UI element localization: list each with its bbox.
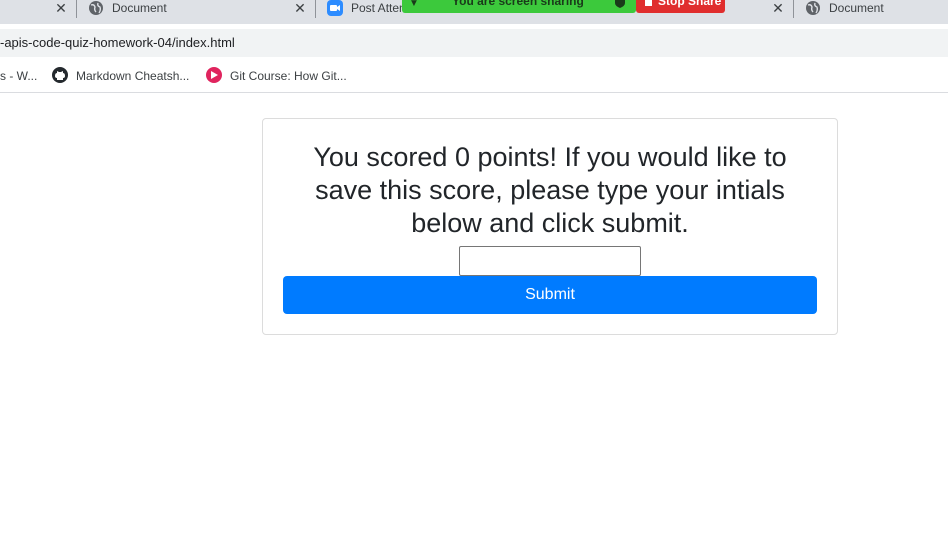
- url-text[interactable]: -apis-code-quiz-homework-04/index.html: [0, 35, 235, 51]
- omnibox[interactable]: -apis-code-quiz-homework-04/index.html: [0, 29, 948, 57]
- score-card: You scored 0 points! If you would like t…: [262, 118, 838, 335]
- close-tab-icon[interactable]: ✕: [292, 0, 308, 16]
- tab-separator: [315, 0, 316, 18]
- tab-label-document[interactable]: Document: [112, 0, 167, 16]
- bookmark-git-course[interactable]: Git Course: How Git...: [230, 68, 347, 84]
- screen-share-banner[interactable]: ▼ You are screen sharing: [402, 0, 636, 13]
- tab-separator: [793, 0, 794, 18]
- score-message: You scored 0 points! If you would like t…: [313, 142, 787, 238]
- github-icon: [52, 67, 68, 83]
- globe-icon: [89, 1, 103, 15]
- tab-strip: ✕ Document ✕ Post Atten ✕ Document ▼ You…: [0, 0, 948, 24]
- tab-separator: [76, 0, 77, 18]
- chevron-down-icon[interactable]: ▼: [409, 0, 419, 9]
- stop-share-label: Stop Share: [658, 0, 722, 8]
- close-tab-icon[interactable]: ✕: [770, 0, 786, 16]
- globe-icon: [806, 1, 820, 15]
- tab-label-document[interactable]: Document: [829, 0, 884, 16]
- stop-icon: [645, 0, 652, 6]
- shield-icon: [615, 0, 625, 8]
- submit-button[interactable]: Submit: [283, 276, 817, 314]
- bookmark-markdown-cheatsheet[interactable]: Markdown Cheatsh...: [76, 68, 189, 84]
- course-icon: [206, 67, 222, 83]
- bookmarks-bar: s - W... Markdown Cheatsh... Git Course:…: [0, 62, 948, 93]
- bookmark-item[interactable]: s - W...: [0, 68, 37, 84]
- zoom-icon: [327, 0, 343, 16]
- tab-label-post-atten[interactable]: Post Atten: [351, 0, 406, 16]
- screen-share-status: You are screen sharing: [452, 0, 584, 8]
- initials-input[interactable]: [459, 246, 641, 276]
- address-bar-row: -apis-code-quiz-homework-04/index.html: [0, 24, 948, 62]
- close-tab-icon[interactable]: ✕: [53, 0, 69, 16]
- stop-share-button[interactable]: Stop Share: [636, 0, 725, 13]
